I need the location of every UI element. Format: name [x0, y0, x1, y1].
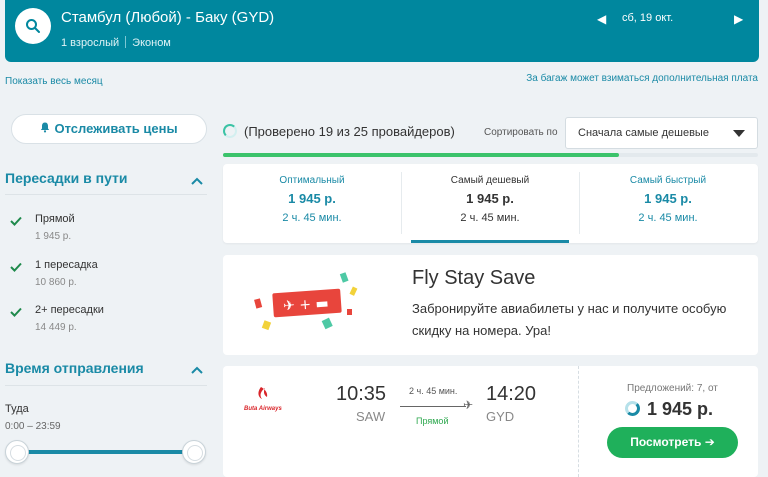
- slider-handle-start[interactable]: [5, 440, 29, 464]
- checkmark-icon[interactable]: [10, 306, 22, 318]
- flight-result-card[interactable]: Buta Airways 10:35 SAW 2 ч. 45 мин. ✈ Пр…: [223, 366, 758, 477]
- stops-filter-title[interactable]: Пересадки в пути: [5, 170, 128, 186]
- tab-name: Самый дешевый: [450, 175, 530, 186]
- departure-time-title[interactable]: Время отправления: [5, 360, 144, 376]
- airline-logo: Buta Airways: [243, 384, 289, 414]
- tab-optimal[interactable]: Оптимальный 1 945 р. 2 ч. 45 мин.: [223, 164, 401, 243]
- loading-spinner-icon: [625, 401, 640, 416]
- tab-name: Самый быстрый: [629, 175, 707, 186]
- tab-price: 1 945 р.: [644, 191, 692, 206]
- divider: [578, 366, 579, 477]
- baggage-fee-link[interactable]: За багаж может взиматься дополнительная …: [526, 73, 758, 84]
- departure-time-range: 0:00 – 23:59: [5, 421, 61, 432]
- view-deal-label: Посмотреть: [630, 435, 702, 449]
- flight-hotel-illustration: ✈ + ▬: [254, 272, 358, 331]
- tab-cheapest[interactable]: Самый дешевый 1 945 р. 2 ч. 45 мин.: [401, 164, 579, 243]
- svg-text:✈ + ▬: ✈ + ▬: [283, 296, 330, 315]
- route-title[interactable]: Стамбул (Любой) - Баку (GYD): [61, 9, 274, 26]
- tab-duration: 2 ч. 45 мин.: [638, 212, 698, 224]
- active-tab-indicator: [411, 240, 569, 243]
- search-progress-fill: [223, 153, 619, 157]
- tab-price: 1 945 р.: [288, 191, 336, 206]
- caret-down-icon: [733, 130, 745, 137]
- flight-duration: 2 ч. 45 мин.: [409, 386, 458, 396]
- fly-stay-save-banner[interactable]: ✈ + ▬ Fly Stay Save Забронируйте авиабил…: [223, 255, 758, 355]
- checkmark-icon[interactable]: [10, 261, 22, 273]
- filter-price: 1 945 р.: [35, 231, 72, 242]
- flight-price: 1 945 р.: [647, 399, 714, 419]
- sort-label: Сортировать по: [484, 127, 558, 138]
- search-progress-bar: [223, 153, 758, 157]
- divider: [5, 194, 207, 195]
- filter-label: 2+ пересадки: [35, 304, 104, 316]
- stops-label: Прямой: [416, 416, 449, 426]
- departure-airport: SAW: [356, 409, 386, 424]
- prev-date-button[interactable]: ◀: [597, 12, 606, 26]
- sort-dropdown[interactable]: Сначала самые дешевые: [565, 117, 758, 149]
- filter-price: 10 860 р.: [35, 277, 77, 288]
- banner-title: Fly Stay Save: [412, 267, 536, 289]
- loading-spinner-icon: [223, 124, 237, 138]
- search-button[interactable]: [15, 8, 51, 44]
- search-header: Стамбул (Любой) - Баку (GYD) 1 взрослый Э…: [5, 0, 759, 62]
- bell-icon: [40, 115, 50, 143]
- filter-price: 14 449 р.: [35, 322, 77, 333]
- divider: [125, 36, 127, 48]
- track-prices-button[interactable]: Отслеживать цены: [11, 114, 207, 144]
- next-date-button[interactable]: ▶: [734, 12, 743, 26]
- offers-count: Предложений: 7, от: [627, 383, 718, 394]
- cabin-label: Эконом: [132, 37, 171, 49]
- sort-selected-value: Сначала самые дешевые: [578, 127, 709, 139]
- sort-tabs: Оптимальный 1 945 р. 2 ч. 45 мин. Самый …: [223, 164, 758, 243]
- passengers-label: 1 взрослый: [61, 37, 120, 49]
- plane-icon: ✈: [463, 398, 474, 412]
- tab-name: Оптимальный: [279, 175, 345, 186]
- chevron-up-icon[interactable]: [190, 363, 204, 377]
- tab-duration: 2 ч. 45 мин.: [282, 212, 342, 224]
- date-label[interactable]: сб, 19 окт.: [622, 12, 673, 24]
- divider: [5, 385, 207, 386]
- providers-checked-status: (Проверено 19 из 25 провайдеров): [244, 124, 455, 139]
- chevron-up-icon[interactable]: [190, 174, 204, 188]
- checkmark-icon[interactable]: [10, 215, 22, 227]
- airline-name: Buta Airways: [244, 406, 282, 412]
- route-line: [400, 406, 466, 407]
- trip-details[interactable]: 1 взрослый Эконом: [61, 36, 171, 49]
- show-month-link[interactable]: Показать весь месяц: [5, 76, 103, 87]
- filter-label: 1 пересадка: [35, 259, 98, 271]
- tab-price: 1 945 р.: [466, 191, 514, 206]
- banner-text: Забронируйте авиабилеты у нас и получите…: [412, 301, 727, 338]
- track-prices-label: Отслеживать цены: [54, 121, 178, 136]
- arrow-right-icon: ➔: [704, 435, 715, 449]
- view-deal-button[interactable]: Посмотреть ➔: [607, 427, 738, 458]
- departure-slider-track[interactable]: [17, 450, 195, 454]
- search-icon: [26, 19, 40, 33]
- arrival-time: 14:20: [486, 383, 537, 405]
- departure-direction-label: Туда: [5, 403, 29, 415]
- tab-fastest[interactable]: Самый быстрый 1 945 р. 2 ч. 45 мин.: [579, 164, 757, 243]
- filter-label: Прямой: [35, 213, 75, 225]
- slider-handle-end[interactable]: [182, 440, 206, 464]
- arrival-airport: GYD: [486, 409, 515, 424]
- departure-time: 10:35: [336, 383, 387, 405]
- tab-duration: 2 ч. 45 мин.: [460, 212, 520, 224]
